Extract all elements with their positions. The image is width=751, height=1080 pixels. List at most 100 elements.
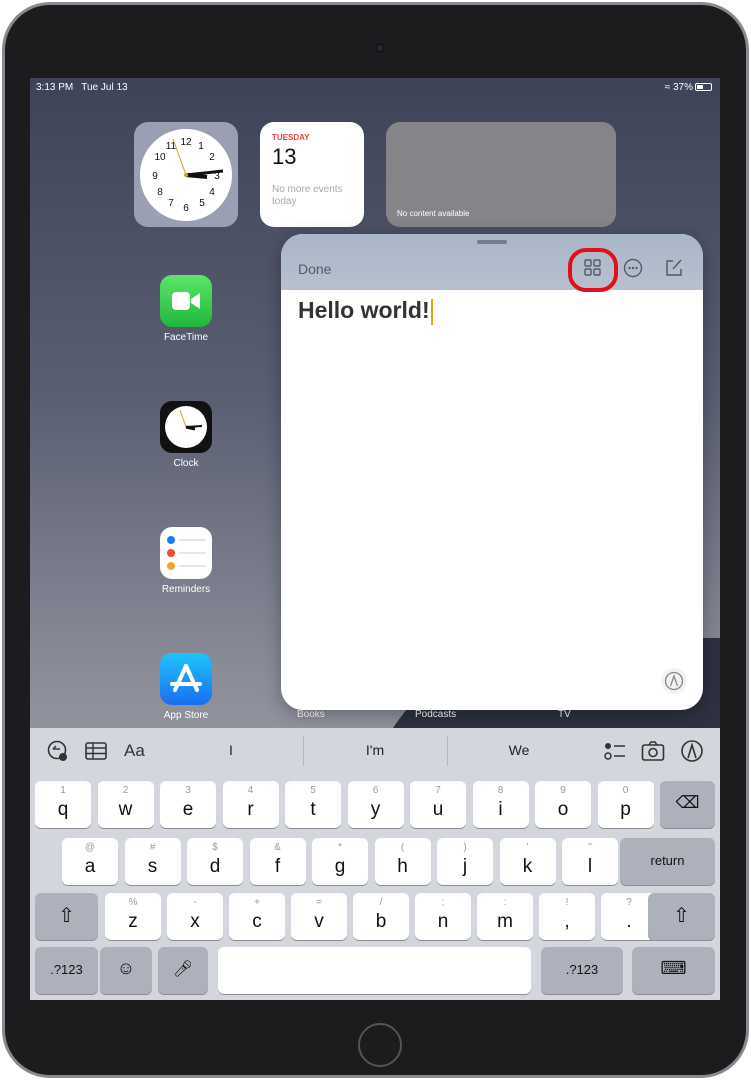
app-label: Reminders [161, 584, 211, 595]
shift-key-right[interactable]: ⇧ [648, 893, 715, 940]
home-button[interactable] [358, 1023, 402, 1067]
key-f[interactable]: & f [249, 838, 306, 885]
more-options-icon[interactable] [623, 258, 643, 278]
emoji-key[interactable]: ☺ [100, 947, 152, 994]
key-b[interactable]: / b [353, 893, 409, 940]
note-text: Hello world! [298, 297, 430, 323]
drag-handle[interactable] [477, 240, 507, 244]
status-time: 3:13 PM [36, 82, 74, 93]
key-r[interactable]: 4r [222, 781, 279, 828]
key-secondary: 7 [435, 785, 441, 796]
shift-icon: ⇧ [673, 905, 690, 927]
markup-button[interactable] [661, 668, 687, 694]
key-v[interactable]: = v [291, 893, 347, 940]
key-i[interactable]: 8i [472, 781, 529, 828]
key-secondary: + [254, 897, 260, 908]
suggestion-bar: Aa I I'm We [30, 728, 720, 774]
undo-redo-icon[interactable] [46, 739, 70, 763]
key-p[interactable]: 0p [597, 781, 654, 828]
key-primary: x [190, 911, 200, 932]
space-bar[interactable] [218, 947, 531, 994]
key-secondary: ) [463, 842, 467, 853]
empty-widget-message: No content available [397, 209, 470, 218]
dock-label-tv[interactable]: TV [558, 709, 571, 720]
markup-icon[interactable] [680, 739, 704, 763]
app-facetime[interactable]: FaceTime [146, 275, 226, 343]
table-icon[interactable] [84, 739, 108, 763]
numbers-key-left[interactable]: .?123 [35, 947, 98, 994]
key-x[interactable]: -x [167, 893, 223, 940]
key-comma[interactable]: !, [539, 893, 595, 940]
dock-label-books[interactable]: Books [297, 709, 325, 720]
key-l[interactable]: " l [562, 838, 618, 885]
text-cursor [430, 298, 433, 325]
key-q[interactable]: 1q [35, 781, 91, 828]
key-n[interactable]: ; n [415, 893, 471, 940]
svg-text:10: 10 [154, 152, 166, 163]
key-o[interactable]: 9o [535, 781, 591, 828]
app-clock[interactable]: Clock [146, 401, 226, 469]
key-primary: o [557, 799, 569, 820]
battery-icon [695, 83, 712, 92]
battery-percent: 37% [672, 82, 693, 93]
svg-text:5: 5 [199, 198, 205, 209]
app-reminders[interactable]: Reminders [146, 527, 226, 595]
key-z[interactable]: % z [105, 893, 161, 940]
key-m[interactable]: :m [477, 893, 533, 940]
note-content[interactable]: Hello world! [298, 297, 433, 325]
numbers-key-right[interactable]: .?123 [541, 947, 623, 994]
key-u[interactable]: 7u [410, 781, 466, 828]
key-primary: t [310, 799, 316, 820]
suggestion-1[interactable]: I [161, 742, 301, 758]
divider [447, 736, 448, 766]
suggestion-3[interactable]: We [449, 742, 589, 758]
key-w[interactable]: 2w [97, 781, 154, 828]
dock-label-podcasts[interactable]: Podcasts [415, 709, 456, 720]
key-j[interactable]: ) j [437, 838, 493, 885]
reminders-icon [160, 527, 212, 579]
key-t[interactable]: 5t [285, 781, 341, 828]
checklist-icon[interactable] [603, 739, 627, 763]
text-format-button[interactable]: Aa [124, 741, 154, 765]
keyboard: Aa I I'm We 1 q 2 w 3 e 4 r 5 t 6 y 7 u 8 i 9 o 0 p ⌫ @ a # s $ d &… [30, 728, 720, 1000]
app-app-store[interactable]: App Store [146, 653, 226, 721]
key-h[interactable]: (h [374, 838, 431, 885]
hide-keyboard-key[interactable]: ⌨ [632, 947, 715, 994]
key-c[interactable]: + c [229, 893, 285, 940]
key-primary: v [314, 911, 324, 932]
key-secondary: : [503, 897, 507, 908]
key-secondary: 2 [122, 785, 129, 796]
suggestion-2[interactable]: I'm [305, 742, 445, 758]
dictation-key[interactable]: 🎤︎ [158, 947, 208, 994]
camera-icon[interactable] [641, 739, 665, 763]
key-g[interactable]: * g [312, 838, 368, 885]
key-d[interactable]: $ d [187, 838, 243, 885]
empty-widget[interactable]: No content available [386, 122, 616, 227]
return-key[interactable]: return [620, 838, 715, 885]
key-secondary: * [338, 842, 342, 853]
key-secondary: - [193, 897, 197, 908]
delete-key[interactable]: ⌫ [660, 781, 715, 828]
key-secondary: = [316, 897, 322, 908]
key-secondary: 8 [497, 785, 504, 796]
compose-icon[interactable] [664, 258, 684, 278]
key-secondary: 5 [310, 785, 316, 796]
key-primary: b [375, 911, 387, 932]
key-y[interactable]: 6y [347, 781, 404, 828]
key-a[interactable]: @ a [62, 838, 118, 885]
key-primary: r [247, 799, 254, 820]
status-date: Tue Jul 13 [81, 82, 128, 93]
svg-text:1: 1 [198, 141, 204, 152]
key-k[interactable]: ' k [499, 838, 556, 885]
markup-pen-icon [664, 671, 684, 691]
numbers-label: .?123 [565, 962, 599, 977]
key-s[interactable]: # s [124, 838, 181, 885]
done-button[interactable]: Done [298, 261, 331, 277]
key-e[interactable]: 3e [160, 781, 216, 828]
calendar-widget[interactable]: TUESDAY 13 No more events today [260, 122, 364, 227]
shift-key-left[interactable]: ⇧ [35, 893, 98, 940]
clock-widget[interactable]: 12 1 2 3 4 5 6 7 8 9 10 11 [134, 122, 238, 227]
key-primary: q [57, 799, 69, 820]
svg-text:4: 4 [209, 187, 215, 198]
key-secondary: # [149, 842, 156, 853]
